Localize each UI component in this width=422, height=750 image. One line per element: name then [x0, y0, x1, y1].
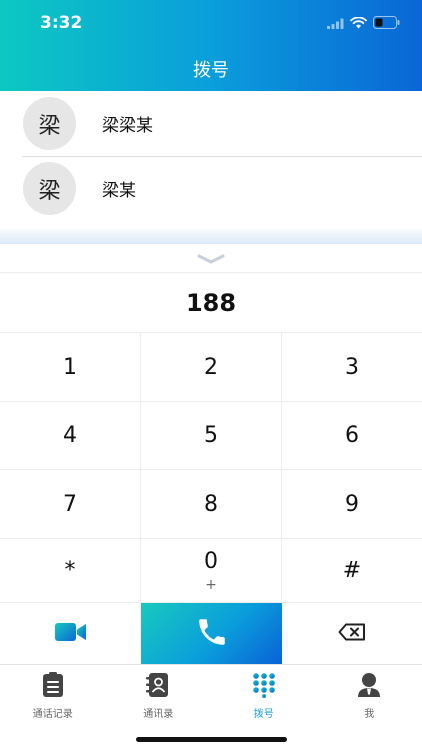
status-bar: 3:32 [0, 0, 422, 44]
chevron-down-icon [197, 249, 225, 268]
clipboard-icon [42, 672, 64, 702]
key-8[interactable]: 8 [141, 470, 282, 539]
header: 3:32 拨号 [0, 0, 422, 91]
person-icon [357, 672, 381, 702]
key-0[interactable]: 0 + [141, 539, 282, 603]
key-digit: 7 [63, 491, 77, 517]
key-digit: 8 [204, 491, 218, 517]
video-camera-icon [54, 621, 87, 647]
contact-name: 梁某 [102, 181, 136, 201]
avatar: 梁 [23, 97, 76, 150]
tab-label: 我 [364, 709, 375, 720]
key-2[interactable]: 2 [141, 333, 282, 402]
dial-actions [0, 603, 422, 664]
keypad: 1 2 3 4 5 6 7 8 9 * 0 + # [0, 333, 422, 603]
tab-contacts[interactable]: 通讯录 [106, 665, 212, 721]
tab-call-history[interactable]: 通话记录 [0, 665, 106, 721]
key-digit: 3 [345, 354, 359, 380]
key-digit: 1 [63, 354, 77, 380]
key-digit: 2 [204, 354, 218, 380]
avatar: 梁 [23, 162, 76, 215]
home-indicator [136, 737, 287, 742]
key-digit: 5 [204, 423, 218, 448]
key-hash[interactable]: # [282, 539, 422, 603]
backspace-button[interactable] [282, 603, 422, 664]
dialed-number: 188 [0, 272, 422, 333]
key-digit: * [64, 558, 76, 583]
collapse-keypad-button[interactable] [0, 244, 422, 272]
phone-icon [195, 615, 229, 653]
key-3[interactable]: 3 [282, 333, 422, 402]
key-7[interactable]: 7 [0, 470, 141, 539]
wifi-icon [350, 14, 367, 33]
key-4[interactable]: 4 [0, 402, 141, 470]
tab-me[interactable]: 我 [317, 665, 422, 721]
dialpad-icon [252, 672, 276, 702]
contact-suggestions: 梁 梁梁某 梁 梁某 [0, 91, 422, 221]
key-digit: 6 [345, 423, 359, 448]
video-call-button[interactable] [0, 603, 141, 664]
page-title: 拨号 [193, 60, 229, 81]
contact-row[interactable]: 梁 梁某 [0, 156, 422, 221]
battery-icon [373, 14, 400, 33]
tab-label: 通话记录 [32, 709, 73, 720]
status-icons [327, 14, 400, 33]
tab-label: 拨号 [253, 709, 274, 720]
address-book-icon [146, 672, 170, 702]
key-sub-label: + [205, 577, 217, 593]
key-5[interactable]: 5 [141, 402, 282, 470]
tab-label: 通讯录 [143, 709, 174, 720]
key-digit: 9 [345, 491, 359, 517]
tab-bar: 通话记录 通讯录 拨号 我 [0, 664, 422, 750]
signal-icon [327, 14, 344, 33]
backspace-icon [338, 623, 366, 645]
tab-dialer[interactable]: 拨号 [211, 665, 317, 721]
contact-row[interactable]: 梁 梁梁某 [0, 91, 422, 156]
key-9[interactable]: 9 [282, 470, 422, 539]
key-digit: 0 [204, 549, 218, 574]
panel-shadow [0, 226, 422, 244]
call-button[interactable] [141, 603, 282, 664]
key-digit: # [342, 558, 362, 583]
status-time: 3:32 [40, 13, 83, 33]
contact-name: 梁梁某 [102, 116, 153, 136]
key-digit: 4 [63, 423, 77, 448]
key-6[interactable]: 6 [282, 402, 422, 470]
key-star[interactable]: * [0, 539, 141, 603]
key-1[interactable]: 1 [0, 333, 141, 402]
